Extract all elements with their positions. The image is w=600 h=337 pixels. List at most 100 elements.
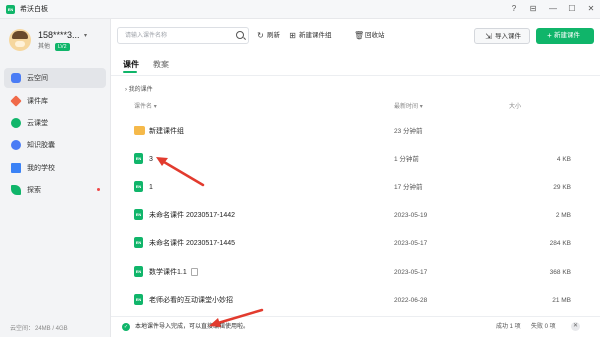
refresh-label: 刷新 — [267, 32, 280, 39]
check-icon: ✓ — [122, 323, 130, 331]
item-name: 新建课件组 — [149, 128, 184, 135]
gem-icon — [10, 95, 22, 107]
group-label[interactable]: › 我的课件 — [125, 86, 153, 94]
username[interactable]: 158****3... — [38, 30, 80, 41]
column-header-name-text: 课件名 — [134, 104, 153, 110]
item-name: 数学课件1.1 — [149, 269, 187, 276]
notification-dot — [97, 188, 100, 191]
divider — [111, 75, 600, 76]
status-bar: ✓ 本地课件导入完成，可以直接编辑使用啦。 成功 1 项 失败 0 项 ✕ — [111, 316, 600, 337]
import-button[interactable]: ⇲ 导入课件 — [474, 28, 530, 44]
import-icon: ⇲ — [485, 32, 492, 41]
sidebar-item-label: 探索 — [27, 187, 41, 194]
sidebar-item-library[interactable]: 课件库 — [4, 91, 106, 111]
item-size: 29 KB — [553, 184, 571, 191]
tab-courseware[interactable]: 课件 — [123, 59, 139, 70]
courseware-file-icon: EN — [134, 209, 143, 220]
recycle-label: 回收站 — [365, 32, 385, 39]
plus-icon: + — [547, 31, 552, 40]
sidebar: 158****3... ▾ 其他 LV2 云空间 课件库 云课堂 知识胶囊 我的… — [0, 19, 111, 337]
item-size: 21 MB — [552, 297, 571, 304]
sidebar-item-label: 我的学校 — [27, 165, 55, 172]
sidebar-item-label: 云课堂 — [27, 120, 48, 127]
sidebar-item-label: 云空间 — [27, 75, 48, 82]
feedback-icon[interactable]: ⊟ — [527, 3, 539, 15]
sidebar-item-capsule[interactable]: 知识胶囊 — [4, 135, 106, 155]
recycle-button[interactable]: 🗑 回收站 — [354, 29, 394, 42]
sidebar-item-cloud[interactable]: 云空间 — [4, 68, 106, 88]
scrollbar[interactable] — [596, 79, 599, 329]
app-title: 希沃白板 — [20, 6, 48, 13]
item-time: 2022-06-28 — [394, 297, 428, 304]
status-message: 本地课件导入完成，可以直接编辑使用啦。 — [135, 324, 250, 330]
tab-indicator — [123, 71, 137, 73]
attachment-icon — [191, 268, 198, 276]
app-logo: EN — [6, 5, 15, 14]
minimize-icon[interactable]: — — [547, 3, 559, 15]
sidebar-item-school[interactable]: 我的学校 — [4, 158, 106, 178]
search-placeholder: 请输入课件名称 — [125, 33, 168, 39]
success-count: 成功 1 项 — [496, 324, 521, 330]
cloud-icon — [11, 73, 21, 83]
chevron-down-icon[interactable]: ▾ — [84, 32, 87, 39]
avatar[interactable] — [9, 29, 31, 51]
sidebar-item-label: 知识胶囊 — [27, 142, 55, 149]
list-item[interactable]: EN 未命名课件 20230517-1442 2023-05-19 2 MB — [111, 202, 600, 228]
search-icon[interactable] — [236, 31, 244, 39]
item-size: 4 KB — [556, 156, 571, 163]
courseware-file-icon: EN — [134, 181, 143, 192]
list-item[interactable]: 新建课件组 23 分钟前 — [111, 118, 600, 144]
sidebar-item-classroom[interactable]: 云课堂 — [4, 113, 106, 133]
item-name: 未命名课件 20230517-1445 — [149, 240, 235, 247]
list-item[interactable]: EN 数学课件1.1 2023-05-17 368 KB — [111, 259, 600, 285]
level-badge: LV2 — [55, 43, 70, 51]
list-item[interactable]: EN 老师必看的互动课堂小妙招 2022-06-28 21 MB — [111, 287, 600, 313]
title-bar: EN 希沃白板 ? ⊟ — ☐ ✕ — [0, 0, 600, 19]
item-time: 2023-05-17 — [394, 240, 428, 247]
new-group-button[interactable]: ⊞ 新建课件组 — [288, 29, 346, 42]
column-header-time[interactable]: 最新时间 ▾ — [394, 103, 423, 111]
new-courseware-label: 新建课件 — [554, 32, 580, 39]
item-name: 1 — [149, 184, 153, 191]
refresh-button[interactable]: ↻ 刷新 — [256, 29, 292, 42]
sort-icon: ▾ — [153, 104, 157, 110]
capsule-icon — [11, 140, 21, 150]
import-label: 导入课件 — [495, 33, 521, 40]
item-time: 2023-05-17 — [394, 269, 428, 276]
sidebar-item-label: 课件库 — [27, 98, 48, 105]
search-input[interactable]: 请输入课件名称 — [117, 27, 249, 44]
help-icon[interactable]: ? — [508, 3, 520, 15]
courseware-file-icon: EN — [134, 237, 143, 248]
folder-plus-icon: ⊞ — [289, 31, 296, 40]
refresh-icon: ↻ — [257, 31, 264, 40]
trash-icon: 🗑 — [354, 31, 365, 40]
courseware-file-icon: EN — [134, 153, 143, 164]
school-icon — [11, 163, 21, 173]
tab-lesson-plan[interactable]: 教案 — [153, 59, 169, 70]
close-icon[interactable]: ✕ — [571, 322, 580, 331]
item-time: 1 分钟前 — [394, 156, 419, 163]
list-item[interactable]: EN 1 17 分钟前 29 KB — [111, 174, 600, 200]
item-size: 284 KB — [549, 240, 571, 247]
circle-play-icon — [11, 118, 21, 128]
list-item[interactable]: EN 未命名课件 20230517-1445 2023-05-17 284 KB — [111, 230, 600, 256]
new-courseware-button[interactable]: + 新建课件 — [536, 28, 594, 44]
item-name: 未命名课件 20230517-1442 — [149, 212, 235, 219]
column-header-size[interactable]: 大小 — [509, 103, 521, 111]
fail-count: 失败 0 项 — [531, 324, 556, 330]
close-icon[interactable]: ✕ — [585, 3, 597, 15]
sort-icon: ▾ — [419, 104, 423, 110]
storage-value: 24MB / 4GB — [35, 326, 68, 332]
courseware-file-icon: EN — [134, 266, 143, 277]
column-header-name[interactable]: 课件名 ▾ — [134, 103, 157, 111]
item-time: 17 分钟前 — [394, 184, 423, 191]
column-header-time-text: 最新时间 — [394, 104, 419, 110]
group-label-text: 我的课件 — [128, 87, 153, 93]
maximize-icon[interactable]: ☐ — [566, 3, 578, 15]
item-name: 3 — [149, 156, 153, 163]
courseware-file-icon: EN — [134, 294, 143, 305]
sidebar-item-explore[interactable]: 探索 — [4, 180, 106, 200]
list-item[interactable]: EN 3 1 分钟前 4 KB — [111, 146, 600, 172]
item-time: 2023-05-19 — [394, 212, 428, 219]
main-panel: 请输入课件名称 ↻ 刷新 ⊞ 新建课件组 🗑 回收站 ⇲ 导入课件 + 新建课件… — [111, 19, 600, 337]
